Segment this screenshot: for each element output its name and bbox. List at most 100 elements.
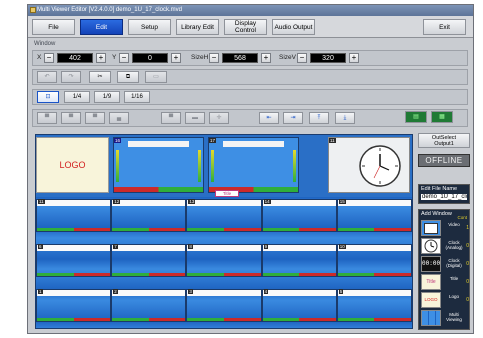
add-item-count: 1: [466, 225, 469, 231]
snap-bottom-button[interactable]: ⤓: [335, 112, 355, 124]
logo-window[interactable]: LOGO: [36, 137, 109, 193]
video-tile-7[interactable]: 7: [111, 244, 187, 277]
video-tile-11[interactable]: 11: [36, 199, 112, 232]
sizev-minus-button[interactable]: −: [297, 53, 307, 63]
out-select-button[interactable]: OutSelect Output1: [418, 133, 470, 148]
x-plus-button[interactable]: +: [96, 53, 106, 63]
snap-top-button[interactable]: ⤒: [309, 112, 329, 124]
tile-number: 10: [338, 244, 346, 249]
tile-number: 14: [263, 199, 271, 204]
copy-button[interactable]: ⧉: [117, 71, 139, 83]
tile-number: 4: [263, 289, 269, 294]
snap-left-button[interactable]: ⇤: [259, 112, 279, 124]
video-thumb-icon: [421, 220, 441, 236]
x-value-field[interactable]: 402: [57, 53, 93, 63]
zoom-ninth-button[interactable]: 1/9: [94, 91, 120, 103]
copy-icon: ⧉: [125, 74, 131, 80]
video-tile-6[interactable]: 6: [36, 244, 112, 277]
menu-file-button[interactable]: File: [32, 19, 75, 35]
video-tile-10[interactable]: 10: [336, 244, 412, 277]
undo-button[interactable]: ↶: [37, 71, 57, 83]
menu-exit-button[interactable]: Exit: [423, 19, 466, 35]
add-analog-clock-item[interactable]: Clock (Analog) 0: [421, 238, 469, 255]
add-video-item[interactable]: Video 1: [421, 220, 469, 237]
tile-number: 15: [338, 199, 346, 204]
x-minus-button[interactable]: −: [44, 53, 54, 63]
tile-number: 12: [113, 199, 121, 204]
app-window: Multi Viewer Editor [V2.4.0.0] demo_1U_1…: [27, 4, 474, 334]
video-tile-14[interactable]: 14: [261, 199, 337, 232]
video-tile-9[interactable]: 9: [261, 244, 337, 277]
menu-library-edit-button[interactable]: Library Edit: [176, 19, 219, 35]
tile-number: 5: [338, 289, 344, 294]
menu-audio-output-button[interactable]: Audio Output: [272, 19, 315, 35]
position-row: X − 402 + Y − 0 + SizeH − 568 + SizeV − …: [32, 50, 468, 66]
video-tile-12[interactable]: 12: [111, 199, 187, 232]
analog-clock-icon: [359, 145, 401, 187]
menu-setup-button[interactable]: Setup: [128, 19, 171, 35]
paste-button[interactable]: ▭: [145, 71, 167, 83]
redo-button[interactable]: ↷: [61, 71, 81, 83]
add-item-name: Title: [449, 276, 459, 281]
sizeh-plus-button[interactable]: +: [261, 53, 271, 63]
video-window-17[interactable]: 17: [208, 137, 299, 193]
align-left-button[interactable]: ▀: [37, 112, 57, 124]
y-value-field[interactable]: 0: [132, 53, 168, 63]
logo-text: LOGO: [59, 160, 86, 170]
video-tile-3[interactable]: 3: [186, 289, 262, 322]
tile-number: 2: [113, 289, 118, 294]
tile-number: 3: [188, 289, 193, 294]
cut-button[interactable]: ✂: [89, 71, 111, 83]
zoom-sixteenth-button[interactable]: 1/16: [124, 91, 150, 103]
title-window[interactable]: Title: [215, 190, 239, 197]
align-right-button[interactable]: ▀: [85, 112, 105, 124]
y-plus-button[interactable]: +: [171, 53, 181, 63]
add-multi-viewing-item[interactable]: Multi Viewing: [421, 310, 469, 327]
logo-thumb-icon: LOGO: [421, 292, 441, 308]
menu-bar: File Edit Setup Library Edit Display Con…: [28, 16, 473, 38]
video-tile-1[interactable]: 1: [36, 289, 112, 322]
connection-status: OFFLINE: [418, 154, 470, 167]
edit-file-name-panel: Edit File Name demo_1U_17_clock: [418, 184, 470, 204]
video-window-16[interactable]: 16: [113, 137, 204, 193]
sizev-label: SizeV: [279, 54, 296, 61]
sizeh-minus-button[interactable]: −: [209, 53, 219, 63]
video-tile-4[interactable]: 4: [261, 289, 337, 322]
add-item-count: 0: [466, 279, 469, 285]
align-center-button[interactable]: ▀: [61, 112, 81, 124]
video-tile-5[interactable]: 5: [336, 289, 412, 322]
align-bottom-button[interactable]: ▄: [109, 112, 129, 124]
menu-display-control-button[interactable]: Display Control: [224, 19, 267, 35]
layout-canvas[interactable]: LOGO 16 17 Title 11 11 12 13 14 15 6 7 8…: [35, 134, 413, 329]
add-item-name: Logo: [448, 294, 459, 299]
add-digital-clock-item[interactable]: 00:00 Clock (Digital) 0: [421, 256, 469, 273]
tile-number: 7: [113, 244, 118, 249]
y-minus-button[interactable]: −: [119, 53, 129, 63]
video-tile-13[interactable]: 13: [186, 199, 262, 232]
add-item-name: Clock (Analog): [445, 240, 463, 250]
video-tile-2[interactable]: 2: [111, 289, 187, 322]
zoom-quarter-button[interactable]: 1/4: [64, 91, 90, 103]
center-button[interactable]: ✛: [209, 112, 229, 124]
analog-clock-window[interactable]: 11: [328, 137, 410, 193]
digital-clock-thumb-icon: 00:00: [421, 256, 441, 272]
add-logo-item[interactable]: LOGO Logo 0: [421, 292, 469, 309]
sizeh-value-field[interactable]: 568: [222, 53, 258, 63]
sizev-value-field[interactable]: 320: [310, 53, 346, 63]
app-icon: [30, 7, 36, 13]
add-title-item[interactable]: Title Title 0: [421, 274, 469, 291]
layout-grid-button[interactable]: ▦: [431, 111, 453, 123]
video-tile-8[interactable]: 8: [186, 244, 262, 277]
menu-edit-button[interactable]: Edit: [80, 19, 123, 35]
sizev-plus-button[interactable]: +: [349, 53, 359, 63]
edit-file-name-field[interactable]: demo_1U_17_clock: [421, 194, 467, 200]
layout-single-button[interactable]: ▤: [405, 111, 427, 123]
title-thumb-icon: Title: [421, 274, 441, 290]
distribute-v-button[interactable]: ▬: [185, 112, 205, 124]
distribute-h-button[interactable]: ▀: [161, 112, 181, 124]
video-tile-15[interactable]: 15: [336, 199, 412, 232]
snap-right-button[interactable]: ⇥: [283, 112, 303, 124]
window-title: Multi Viewer Editor [V2.4.0.0] demo_1U_1…: [37, 7, 182, 13]
add-item-count: 0: [466, 243, 469, 249]
fit-view-button[interactable]: ⊡: [37, 91, 59, 103]
